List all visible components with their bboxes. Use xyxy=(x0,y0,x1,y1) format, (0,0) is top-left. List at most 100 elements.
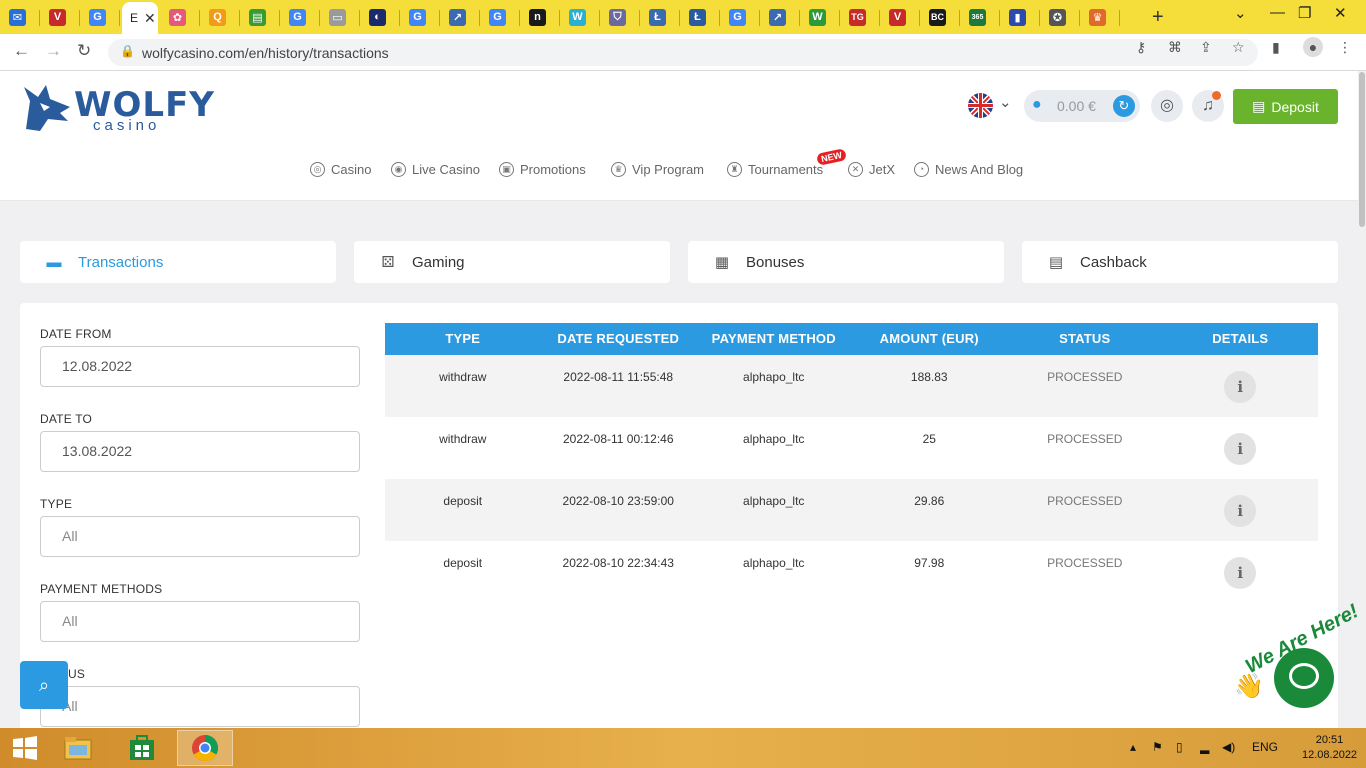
browser-tab[interactable]: TG xyxy=(840,3,880,31)
tab-gaming[interactable]: ⚄ Gaming xyxy=(354,241,670,283)
reload-icon[interactable]: ↻ xyxy=(77,41,91,61)
browser-tab[interactable]: G xyxy=(480,3,520,31)
browser-tab[interactable]: ↗ xyxy=(440,3,480,31)
status-select[interactable]: All xyxy=(40,686,360,727)
forward-icon[interactable]: → xyxy=(45,41,62,61)
restore-icon[interactable]: ❐ xyxy=(1298,4,1311,22)
store-icon[interactable] xyxy=(114,730,170,766)
browser-tab[interactable]: G xyxy=(720,3,760,31)
browser-tab[interactable]: BC xyxy=(920,3,960,31)
tab-cashback[interactable]: ▤ Cashback xyxy=(1022,241,1338,283)
browser-tab[interactable]: ▤ xyxy=(240,3,280,31)
browser-tab[interactable]: V xyxy=(40,3,80,31)
deposit-button[interactable]: ▤ Deposit xyxy=(1233,89,1338,124)
details-info-icon[interactable]: i xyxy=(1224,495,1257,527)
language-chevron-down-icon[interactable]: ⌄ xyxy=(999,93,1012,111)
browser-tab-active[interactable]: E ✕ xyxy=(122,2,158,34)
file-explorer-icon[interactable] xyxy=(50,730,106,766)
nav-item-news-and-blog[interactable]: ◔ News And Blog xyxy=(914,162,1023,177)
flag-tray-icon[interactable]: ⚑ xyxy=(1152,740,1163,754)
browser-tab[interactable]: G xyxy=(400,3,440,31)
browser-tab[interactable]: ⛉ xyxy=(600,3,640,31)
address-bar[interactable]: 🔒 wolfycasino.com/en/history/transaction… xyxy=(108,39,1258,66)
translate-icon[interactable]: ⌘ xyxy=(1168,39,1182,56)
search-icon: ⌕ xyxy=(38,675,50,695)
nav-item-vip-program[interactable]: ♛ Vip Program xyxy=(611,162,704,177)
payment-methods-select[interactable]: All xyxy=(40,601,360,642)
nav-live-casino-icon: ◉ xyxy=(391,162,406,177)
new-tab-icon[interactable]: + xyxy=(1152,6,1164,29)
refresh-balance-icon[interactable]: ↻ xyxy=(1113,95,1135,117)
coins-icon: ▤ xyxy=(1252,98,1266,114)
back-icon[interactable]: ← xyxy=(13,41,30,61)
browser-tab[interactable]: G xyxy=(80,3,120,31)
uk-flag-icon[interactable] xyxy=(968,93,993,118)
date-from-input[interactable]: 12.08.2022 xyxy=(40,346,360,387)
balance-pill[interactable]: ● 0.00 € ↻ xyxy=(1024,90,1140,122)
nav-item-tournaments[interactable]: ♜ Tournaments xyxy=(727,162,823,177)
browser-tab[interactable]: G xyxy=(280,3,320,31)
sidepanel-icon[interactable]: ▮ xyxy=(1272,39,1280,56)
tab-transactions[interactable]: ▬ Transactions xyxy=(20,241,336,283)
details-info-icon[interactable]: i xyxy=(1224,433,1257,465)
nav-item-jetx[interactable]: ✕ JetX xyxy=(848,162,895,177)
w-icon: W xyxy=(569,8,586,26)
table-row: deposit 2022-08-10 22:34:43 alphapo_ltc 97.… xyxy=(385,541,1318,603)
windows-start-icon[interactable] xyxy=(0,730,50,766)
close-window-icon[interactable]: ✕ xyxy=(1334,4,1347,22)
account-icon[interactable]: ◎ xyxy=(1151,90,1183,122)
language-indicator[interactable]: ENG xyxy=(1252,740,1278,754)
network-tray-icon[interactable]: ▂ xyxy=(1200,740,1209,754)
tab-search-chevron-icon[interactable]: ⌄ xyxy=(1234,4,1247,22)
payment-methods-label: PAYMENT METHODS xyxy=(40,582,163,596)
balance-amount: 0.00 € xyxy=(1057,98,1096,114)
nav-item-live-casino[interactable]: ◉ Live Casino xyxy=(391,162,480,177)
cell-amount: 188.83 xyxy=(910,370,948,384)
wolf-logo-icon[interactable] xyxy=(20,81,76,133)
cell-date: 2022-08-10 22:34:43 xyxy=(562,556,674,570)
browser-tab[interactable]: V xyxy=(880,3,920,31)
minimize-icon[interactable]: — xyxy=(1270,4,1285,21)
browser-tab[interactable]: W xyxy=(800,3,840,31)
profile-icon[interactable]: ● xyxy=(1303,37,1323,57)
share-icon[interactable]: ⇪ xyxy=(1200,39,1212,56)
browser-tab[interactable]: ✪ xyxy=(1040,3,1080,31)
tab-bonuses[interactable]: ▦ Bonuses xyxy=(688,241,1004,283)
browser-tab[interactable]: 365 xyxy=(960,3,1000,31)
scrollbar-thumb[interactable] xyxy=(1359,72,1365,227)
nav-casino-icon: ◎ xyxy=(310,162,325,177)
browser-tab[interactable]: ♛ xyxy=(1080,3,1120,31)
tray-expand-icon[interactable]: ▴ xyxy=(1130,740,1136,754)
search-filter-button[interactable]: ⌕ xyxy=(20,661,68,709)
chrome-taskbar-icon[interactable] xyxy=(177,730,233,766)
live-chat-button[interactable] xyxy=(1274,648,1334,708)
nav-item-casino[interactable]: ◎ Casino xyxy=(310,162,371,177)
browser-tab[interactable]: Q xyxy=(200,3,240,31)
battery-tray-icon[interactable]: ▯ xyxy=(1176,740,1183,754)
details-info-icon[interactable]: i xyxy=(1224,371,1257,403)
volume-tray-icon[interactable]: ◀) xyxy=(1222,740,1235,754)
bonuses-icon: ▦ xyxy=(714,254,730,271)
bookmark-star-icon[interactable]: ☆ xyxy=(1232,39,1245,56)
browser-tab[interactable]: ↗ xyxy=(760,3,800,31)
menu-dots-icon[interactable]: ⋮ xyxy=(1338,39,1352,56)
taskbar-clock[interactable]: 20:51 12.08.2022 xyxy=(1302,733,1357,763)
browser-tab[interactable]: Ł xyxy=(680,3,720,31)
close-tab-icon[interactable]: ✕ xyxy=(144,10,156,27)
browser-tab[interactable]: n xyxy=(520,3,560,31)
browser-tab[interactable]: ◐ xyxy=(360,3,400,31)
waving-hand-icon: 👋 xyxy=(1234,673,1264,700)
table-row: deposit 2022-08-10 23:59:00 alphapo_ltc 29.… xyxy=(385,479,1318,541)
nav-item-promotions[interactable]: ▣ Promotions xyxy=(499,162,586,177)
type-select[interactable]: All xyxy=(40,516,360,557)
browser-tab[interactable]: ▮ xyxy=(1000,3,1040,31)
details-info-icon[interactable]: i xyxy=(1224,557,1257,589)
browser-tab[interactable]: W xyxy=(560,3,600,31)
browser-tab[interactable]: ✉ xyxy=(0,3,40,31)
browser-tab[interactable]: Ł xyxy=(640,3,680,31)
browser-tab[interactable]: ✿ xyxy=(160,3,200,31)
date-to-input[interactable]: 13.08.2022 xyxy=(40,431,360,472)
url-text[interactable]: wolfycasino.com/en/history/transactions xyxy=(142,45,389,61)
key-icon[interactable]: ⚷ xyxy=(1136,39,1146,56)
browser-tab[interactable]: ▭ xyxy=(320,3,360,31)
